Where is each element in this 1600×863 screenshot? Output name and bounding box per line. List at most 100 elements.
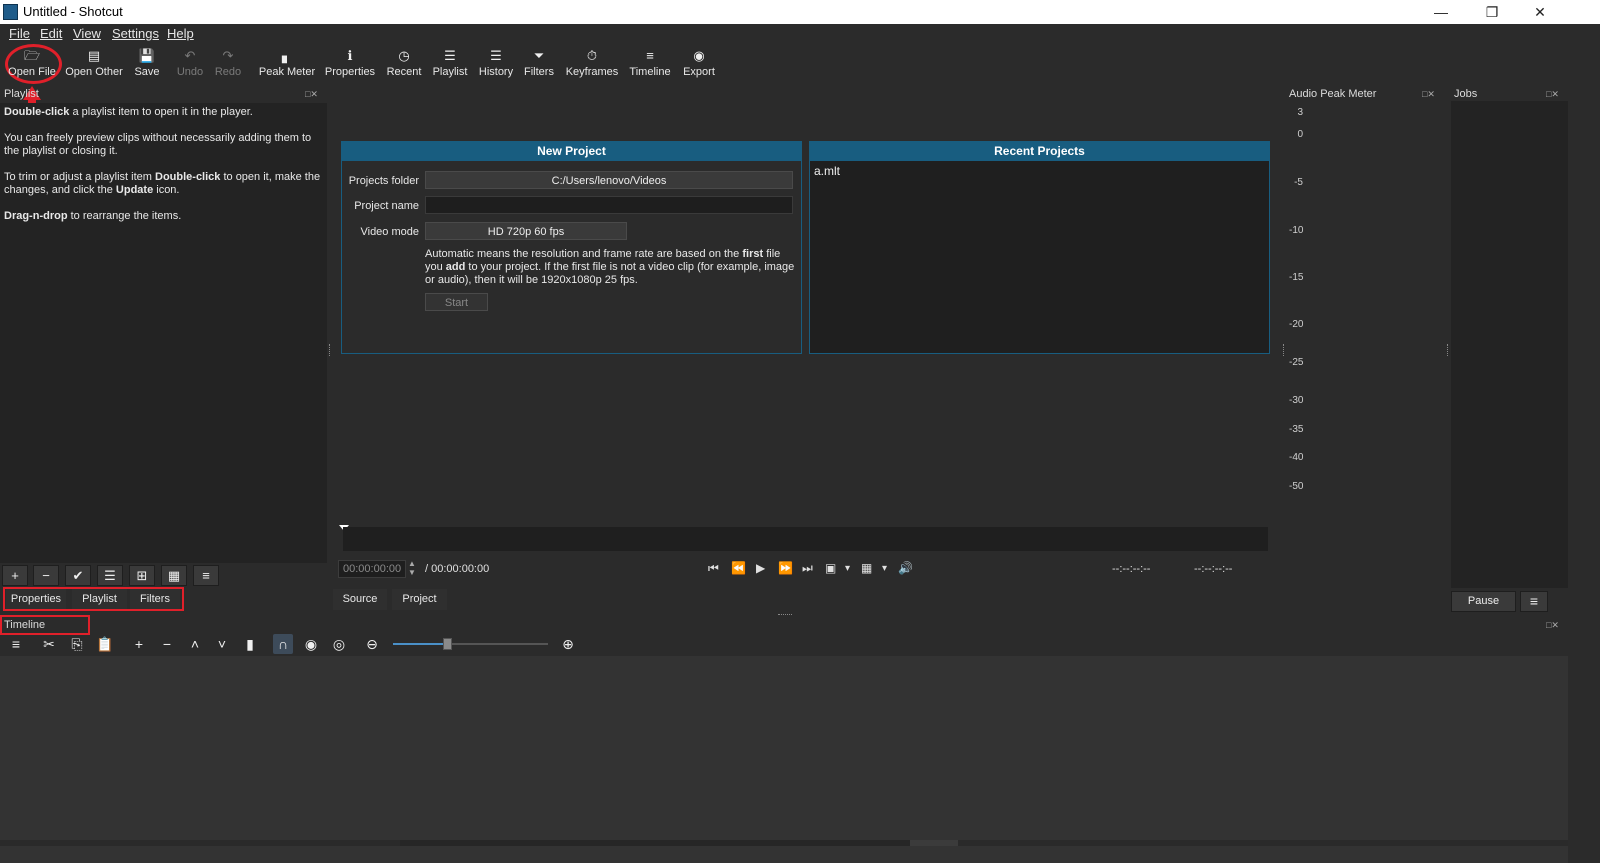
grid-button[interactable]: ▦ xyxy=(861,561,872,575)
tiles-view-button[interactable]: ⊞ xyxy=(129,565,155,586)
zoom-slider-handle[interactable] xyxy=(443,638,453,650)
zoom-out-button[interactable]: ⊖ xyxy=(362,634,382,654)
filters-button[interactable]: ⏷ Filters xyxy=(520,44,558,86)
peak-meter-button[interactable]: ▖ Peak Meter xyxy=(256,44,318,86)
details-view-button[interactable]: ☰ xyxy=(97,565,123,586)
text: to your project. If the first file is no… xyxy=(425,261,795,286)
rewind-button[interactable]: ⏪ xyxy=(731,561,746,575)
tab-project[interactable]: Project xyxy=(392,589,447,610)
cut-button[interactable]: ✂ xyxy=(39,634,59,654)
timeline-tracks-area[interactable] xyxy=(0,656,1568,863)
minimize-button[interactable]: — xyxy=(1418,0,1464,24)
plus-button[interactable]: + xyxy=(2,565,28,586)
close-button[interactable]: ✕ xyxy=(1517,0,1563,24)
video-mode-select[interactable]: HD 720p 60 fps xyxy=(425,222,627,240)
skip-to-end-button[interactable]: ⏭ xyxy=(802,561,813,576)
menu-button[interactable]: ≡ xyxy=(6,634,26,654)
jobs-float-close-icon[interactable]: □✕ xyxy=(1546,89,1559,100)
tab-properties[interactable]: Properties xyxy=(6,589,66,609)
export-button[interactable]: ◉ Export xyxy=(679,44,719,86)
dropdown-arrow-button[interactable]: ▾ xyxy=(882,563,887,574)
scrubber-bar[interactable] xyxy=(343,527,1268,551)
open-other-button[interactable]: ▤ Open Other xyxy=(64,44,124,86)
timeline-float-close-icon[interactable]: □✕ xyxy=(1546,620,1559,631)
split-button[interactable]: ▮ xyxy=(240,634,260,654)
recent-project-item[interactable]: a.mlt xyxy=(814,164,840,178)
ripple-delete-button[interactable]: − xyxy=(157,634,177,654)
history-icon: ☰ xyxy=(490,48,502,63)
snap-magnet-button[interactable]: ∩ xyxy=(273,634,293,654)
icons-view-button[interactable]: ▦ xyxy=(161,565,187,586)
check-button[interactable]: ✔ xyxy=(65,565,91,586)
scrollbar-thumb[interactable] xyxy=(910,840,958,846)
jobs-menu-button[interactable]: ≡ xyxy=(1520,591,1548,612)
shotcut-logo-icon xyxy=(3,4,18,20)
play-icon: ▶ xyxy=(756,561,766,575)
history-button[interactable]: ☰ History xyxy=(475,44,517,86)
audio-meter-float-close-icon[interactable]: □✕ xyxy=(1422,89,1435,100)
volume-button[interactable]: 🔊 xyxy=(898,561,913,575)
menu-file[interactable]: File xyxy=(9,26,30,41)
cut-icon: ✂ xyxy=(43,636,55,652)
menu-settings[interactable]: Settings xyxy=(112,26,159,41)
scrub-eye-icon: ◉ xyxy=(304,636,318,652)
bold-text: add xyxy=(445,261,466,273)
lift-button[interactable]: ˄ xyxy=(185,634,205,654)
in-point-display: --:--:--:-- xyxy=(1112,563,1151,575)
skip-to-start-button[interactable]: ⏮ xyxy=(708,561,719,576)
ripple-target-button[interactable]: ◎ xyxy=(329,634,349,654)
toolbar-label: Recent xyxy=(386,66,422,78)
minus-button[interactable]: − xyxy=(33,565,59,586)
new-project-header: New Project xyxy=(341,141,802,161)
fast-forward-button[interactable]: ⏩ xyxy=(778,561,793,575)
splitter-handle[interactable] xyxy=(1447,344,1450,356)
menu-view[interactable]: View xyxy=(73,26,101,41)
text: You can freely preview clips without nec… xyxy=(4,132,312,157)
copy-button[interactable]: ⎘ xyxy=(67,634,87,654)
properties-button[interactable]: ℹ Properties xyxy=(322,44,378,86)
lift-icon: ˄ xyxy=(190,636,200,652)
menu-help[interactable]: Help xyxy=(167,26,194,41)
overwrite-icon: ˅ xyxy=(217,636,227,652)
timeline-horizontal-scrollbar[interactable] xyxy=(0,840,1568,846)
zoom-in-icon: ⊕ xyxy=(562,636,574,652)
append-button[interactable]: + xyxy=(129,634,149,654)
timecode-input[interactable]: 00:00:00:00 xyxy=(338,560,406,578)
timeline-button[interactable]: ≡ Timeline xyxy=(627,44,673,86)
play-button[interactable]: ▶ xyxy=(756,561,765,575)
paste-button[interactable]: 📋 xyxy=(95,634,115,654)
tab-source[interactable]: Source xyxy=(333,589,387,610)
save-button[interactable]: 💾 Save xyxy=(131,44,163,86)
start-button[interactable]: Start xyxy=(425,293,488,311)
project-name-label: Project name xyxy=(354,200,419,212)
bold-text: first xyxy=(742,248,764,260)
text: to rearrange the items. xyxy=(67,210,182,222)
splitter-handle[interactable] xyxy=(329,344,332,356)
menu-button[interactable]: ≡ xyxy=(193,565,219,586)
pause-button[interactable]: Pause xyxy=(1451,591,1516,612)
project-name-input[interactable] xyxy=(425,196,793,214)
timecode-spinner[interactable]: ▲ ▼ xyxy=(408,559,416,577)
zoom-in-button[interactable]: ⊕ xyxy=(558,634,578,654)
splitter-handle[interactable] xyxy=(778,614,792,617)
meter-tick-label: -20 xyxy=(1289,319,1304,330)
zoom-fit-button[interactable]: ▣ xyxy=(825,561,836,575)
menu-edit[interactable]: Edit xyxy=(40,26,62,41)
zoom-slider-fill xyxy=(393,643,448,645)
overwrite-button[interactable]: ˅ xyxy=(212,634,232,654)
tab-playlist[interactable]: Playlist xyxy=(72,589,127,609)
tab-filters[interactable]: Filters xyxy=(130,589,180,609)
scrub-eye-button[interactable]: ◉ xyxy=(301,634,321,654)
playlist-float-close-icon[interactable]: □✕ xyxy=(305,89,318,100)
undo-button[interactable]: ↶ Undo xyxy=(173,44,207,86)
keyframes-button[interactable]: ⏱ Keyframes xyxy=(564,44,620,86)
restore-button[interactable]: ❐ xyxy=(1469,0,1515,24)
dropdown-arrow-button[interactable]: ▾ xyxy=(845,563,850,574)
recent-button[interactable]: ◷ Recent xyxy=(383,44,425,86)
skip-to-end-icon: ⏭ xyxy=(802,561,813,575)
open-file-button[interactable]: 🗁 Open File xyxy=(6,44,58,86)
redo-button[interactable]: ↷ Redo xyxy=(211,44,245,86)
splitter-handle[interactable] xyxy=(1283,344,1286,356)
projects-folder-button[interactable]: C:/Users/lenovo/Videos xyxy=(425,171,793,189)
playlist-button[interactable]: ☰ Playlist xyxy=(429,44,471,86)
